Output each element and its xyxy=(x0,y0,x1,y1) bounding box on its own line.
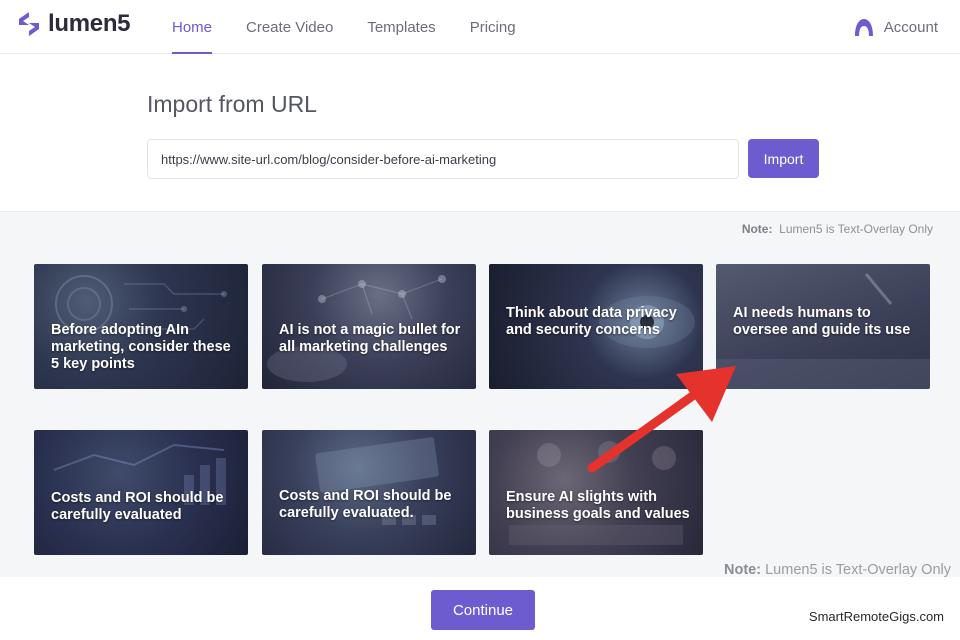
url-input[interactable] xyxy=(147,139,739,179)
scene-card-4-text: AI needs humans to oversee and guide its… xyxy=(733,305,911,338)
note-top-text: Lumen5 is Text-Overlay Only xyxy=(779,222,933,236)
nav-create-video[interactable]: Create Video xyxy=(246,0,333,54)
scene-card-4[interactable]: AI needs humans to oversee and guide its… xyxy=(716,264,930,389)
note-bottom-text: Lumen5 is Text-Overlay Only xyxy=(765,562,951,578)
lumen5-logo-icon xyxy=(19,12,39,36)
note-bottom-label: Note: xyxy=(724,562,762,578)
scene-card-2[interactable]: AI is not a magic bullet for all marketi… xyxy=(262,264,476,389)
scene-card-5[interactable]: Costs and ROI should be carefully evalua… xyxy=(34,430,248,555)
top-header: lumen5 Home Create Video Templates Prici… xyxy=(0,0,960,54)
footer-bar: Continue SmartRemoteGigs.com xyxy=(0,577,960,640)
import-section: Import from URL Import xyxy=(0,55,960,211)
scene-card-5-text: Costs and ROI should be carefully evalua… xyxy=(51,490,224,523)
scene-card-6-text: Costs and ROI should be carefully evalua… xyxy=(279,488,452,521)
scene-card-6[interactable]: Costs and ROI should be carefully evalua… xyxy=(262,430,476,555)
user-avatar-icon xyxy=(854,19,873,36)
note-bottom: Note: Lumen5 is Text-Overlay Only xyxy=(724,562,951,578)
scene-grid: Note: Lumen5 is Text-Overlay Only Before… xyxy=(0,211,960,578)
lumen5-logo[interactable]: lumen5 xyxy=(16,10,131,38)
nav-pricing[interactable]: Pricing xyxy=(470,0,516,54)
scene-card-7[interactable]: Ensure AI slights with business goals an… xyxy=(489,430,703,555)
import-button[interactable]: Import xyxy=(748,139,819,178)
account-label: Account xyxy=(883,18,938,36)
watermark-text: SmartRemoteGigs.com xyxy=(808,609,944,624)
scene-card-1-text: Before adopting AIn marketing, consider … xyxy=(51,322,231,372)
import-title: Import from URL xyxy=(147,91,317,117)
note-top-label: Note: xyxy=(741,222,773,236)
continue-button[interactable]: Continue xyxy=(431,590,535,630)
note-top: Note: Lumen5 is Text-Overlay Only xyxy=(742,222,933,236)
scene-card-2-text: AI is not a magic bullet for all marketi… xyxy=(279,322,461,355)
scene-card-1[interactable]: Before adopting AIn marketing, consider … xyxy=(34,264,248,389)
logo-text: lumen5 xyxy=(48,10,131,37)
nav-home[interactable]: Home xyxy=(172,0,213,54)
scene-card-7-text: Ensure AI slights with business goals an… xyxy=(506,489,690,522)
account-menu[interactable]: Account xyxy=(854,17,938,37)
nav-templates[interactable]: Templates xyxy=(367,0,435,54)
scene-card-3-text: Think about data privacy and security co… xyxy=(506,305,677,338)
main-nav: Home Create Video Templates Pricing xyxy=(172,0,550,54)
scene-card-3[interactable]: Think about data privacy and security co… xyxy=(489,264,703,389)
